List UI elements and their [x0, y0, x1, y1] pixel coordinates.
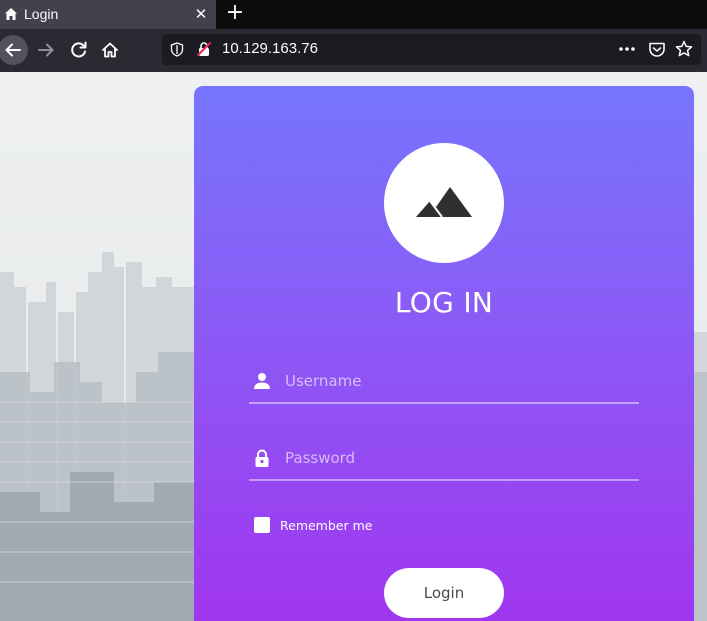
login-button[interactable]: Login — [384, 568, 504, 618]
forward-button[interactable] — [32, 35, 62, 65]
home-icon — [5, 8, 17, 20]
username-field-group — [249, 360, 639, 404]
shield-icon[interactable] — [170, 42, 184, 57]
url-bar[interactable]: 10.129.163.76 — [162, 34, 701, 65]
remember-me-checkbox[interactable] — [254, 517, 270, 533]
tab-login[interactable]: Login ✕ — [0, 0, 216, 29]
password-field-group — [249, 437, 639, 481]
remember-me-row: Remember me — [254, 516, 372, 534]
reload-button[interactable] — [64, 35, 94, 65]
more-icon[interactable] — [618, 42, 636, 56]
url-text[interactable]: 10.129.163.76 — [222, 40, 318, 57]
password-input[interactable] — [285, 445, 635, 471]
user-icon — [254, 373, 270, 389]
new-tab-button[interactable]: + — [224, 2, 246, 25]
username-input[interactable] — [285, 368, 635, 394]
page-viewport: LOG IN Remember me Login — [0, 72, 707, 621]
tab-title: Login — [24, 6, 59, 22]
arrow-right-icon — [38, 43, 54, 57]
star-icon[interactable] — [675, 40, 693, 58]
insecure-lock-icon[interactable] — [196, 41, 212, 57]
page-title: LOG IN — [394, 286, 494, 319]
login-card: LOG IN Remember me Login — [194, 86, 694, 621]
home-icon — [102, 42, 118, 58]
remember-me-label[interactable]: Remember me — [280, 518, 372, 533]
lock-icon — [255, 449, 269, 467]
mountain-icon — [416, 187, 472, 217]
arrow-left-icon — [5, 43, 21, 57]
pocket-icon[interactable] — [648, 41, 666, 58]
back-button[interactable] — [0, 35, 28, 65]
navigation-toolbar: 10.129.163.76 — [0, 29, 707, 72]
reload-icon — [71, 41, 87, 58]
home-button[interactable] — [95, 35, 125, 65]
tab-close-icon[interactable]: ✕ — [192, 5, 210, 23]
tab-strip: Login ✕ + — [0, 0, 707, 29]
avatar — [384, 143, 504, 263]
